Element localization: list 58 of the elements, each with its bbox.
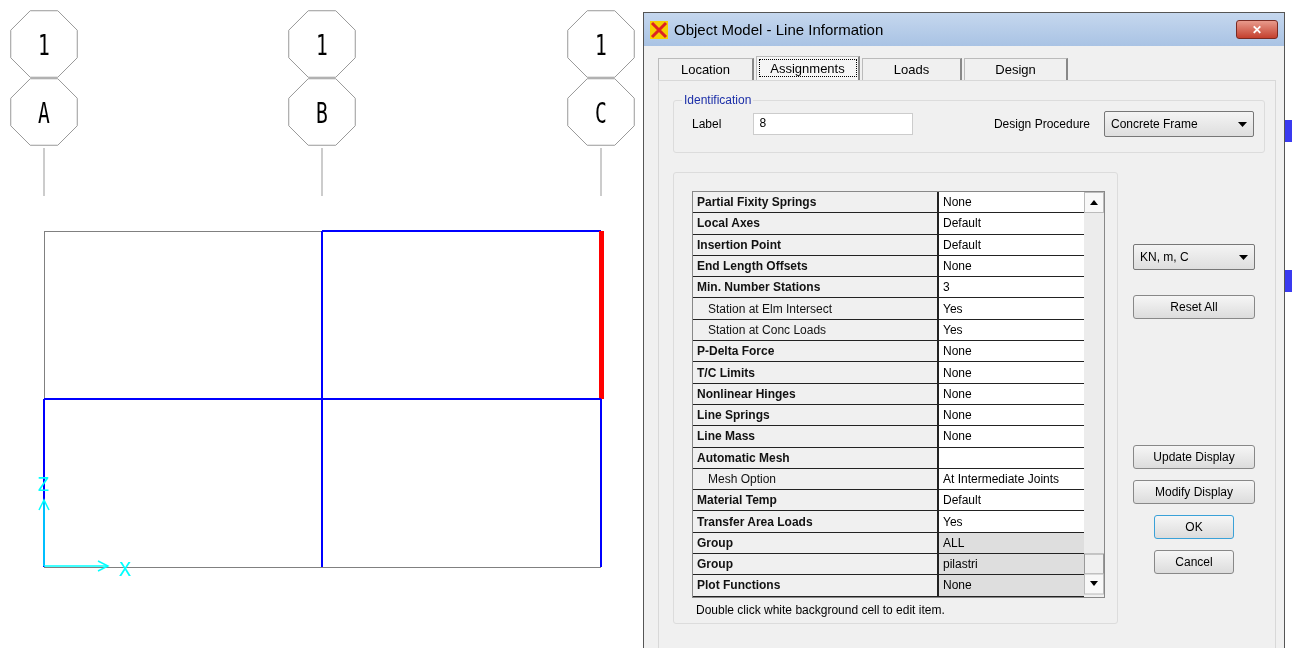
grid-bubble-label: 1 [316, 29, 328, 62]
property-value[interactable]: At Intermediate Joints [939, 468, 1084, 490]
property-value[interactable]: None [939, 362, 1084, 383]
grid-bubble-label: A [38, 97, 50, 130]
property-value[interactable]: None [939, 426, 1084, 447]
grid-line [321, 147, 323, 197]
units-dropdown[interactable]: KN, m, C [1133, 244, 1255, 270]
property-value[interactable]: None [939, 404, 1084, 426]
grid-bubble [10, 78, 78, 146]
grid-bubble [288, 78, 356, 146]
property-value[interactable]: ALL [939, 532, 1084, 554]
dialog-button[interactable]: Reset All [1133, 295, 1255, 319]
property-value[interactable]: None [939, 192, 1084, 213]
property-value[interactable]: None [939, 341, 1084, 362]
grid-line [43, 147, 45, 197]
caret-icon [1238, 121, 1247, 127]
property-value[interactable] [939, 447, 1084, 468]
caret-icon [1239, 254, 1248, 260]
dialog-button[interactable]: Modify Display [1133, 480, 1255, 504]
model-fragment-drawing [1285, 120, 1292, 142]
property-value[interactable]: None [939, 383, 1084, 404]
grid-bubble-label: 1 [595, 29, 607, 62]
tab[interactable]: Location [658, 58, 754, 80]
grid-bubble-label: B [316, 97, 328, 130]
model-fragment-drawing [1285, 270, 1292, 292]
app-icon [650, 20, 668, 39]
property-value[interactable]: Default [939, 213, 1084, 234]
property-value[interactable]: Default [939, 490, 1084, 511]
property-value[interactable]: Yes [939, 319, 1084, 341]
tab[interactable]: Assignments [756, 56, 860, 80]
label-field[interactable]: 8 [753, 113, 914, 135]
hint-text: Double click white background cell to edit item. [696, 602, 946, 617]
property-value[interactable]: Default [939, 234, 1084, 255]
scrollbar[interactable] [1084, 192, 1104, 595]
property-value[interactable]: Yes [939, 511, 1084, 532]
grid-bubble-label: C [595, 97, 607, 130]
grid-bubble-label: 1 [38, 29, 50, 62]
tab[interactable]: Loads [862, 58, 962, 80]
group-title: Identification [683, 93, 753, 107]
dialog-button[interactable]: Cancel [1154, 550, 1234, 574]
property-value[interactable]: Yes [939, 298, 1084, 319]
dialog-button[interactable]: Update Display [1133, 445, 1255, 469]
field-label: Label [692, 117, 722, 131]
field-label: Design Procedure [993, 117, 1090, 131]
dialog-button[interactable]: OK [1154, 515, 1234, 539]
grid-bubble [567, 10, 635, 78]
property-value[interactable]: None [939, 575, 1084, 596]
window-title: Object Model - Line Information [674, 21, 885, 38]
tab[interactable]: Design [964, 58, 1068, 80]
property-value[interactable]: pilastri [939, 554, 1084, 575]
grid-bubble [288, 10, 356, 78]
design-procedure-dropdown[interactable]: Concrete Frame [1104, 111, 1254, 137]
property-value[interactable]: 3 [939, 277, 1084, 298]
grid-bubble [567, 78, 635, 146]
grid-line [600, 147, 602, 197]
property-value[interactable]: None [939, 255, 1084, 277]
axis-label: X [119, 557, 131, 581]
grid-bubble [10, 10, 78, 78]
